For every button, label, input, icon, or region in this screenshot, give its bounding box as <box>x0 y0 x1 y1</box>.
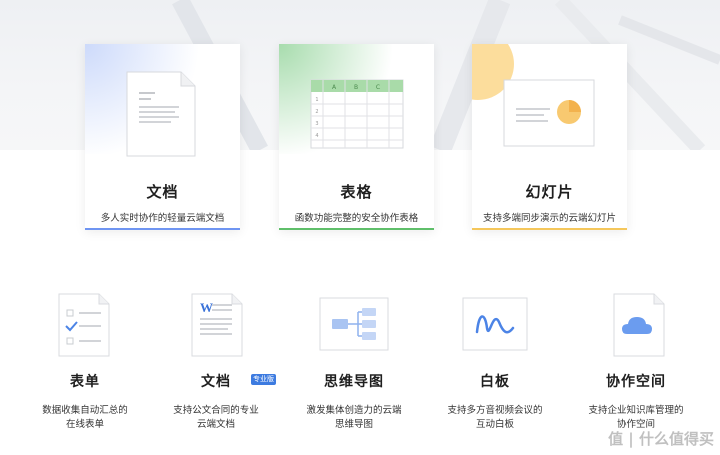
feature-desc-line: 云端文档 <box>196 419 235 430</box>
mindmap-icon <box>319 297 389 351</box>
product-desc: 多人实时协作的轻量云端文档 <box>100 213 225 224</box>
cloud-space-icon <box>613 293 665 357</box>
feature-desc-line: 激发集体创造力的云端 <box>306 405 402 416</box>
feature-title: 协作空间 <box>606 374 666 390</box>
feature-desc: 激发集体创造力的云端 思维导图 <box>288 404 420 432</box>
feature-mindmap[interactable]: 思维导图 激发集体创造力的云端 思维导图 <box>288 292 420 442</box>
accent-bar <box>85 228 240 230</box>
product-title: 幻灯片 <box>525 183 574 201</box>
column-label: B <box>354 84 358 91</box>
feature-desc-line: 在线表单 <box>65 419 104 430</box>
feature-desc-line: 互动白板 <box>475 419 514 430</box>
feature-desc-line: 数据收集自动汇总的 <box>42 405 128 416</box>
word-letter: W <box>200 300 213 315</box>
feature-title: 表单 <box>70 374 100 390</box>
product-card-slides[interactable]: 幻灯片 支持多端同步演示的云端幻灯片 <box>472 44 627 230</box>
product-desc: 函数功能完整的安全协作表格 <box>294 213 419 224</box>
feature-desc: 支持多方音视频会议的 互动白板 <box>429 404 561 432</box>
product-title: 文档 <box>146 183 179 201</box>
product-card-sheets[interactable]: A B C 1 2 3 4 表格 函数功能完整的安全协作表格 <box>279 44 434 230</box>
row-label: 1 <box>315 97 318 103</box>
feature-desc: 数据收集自动汇总的 在线表单 <box>19 404 151 432</box>
feature-title: 思维导图 <box>324 374 384 390</box>
column-label: C <box>376 84 380 91</box>
accent-bar <box>472 228 627 230</box>
row-label: 4 <box>315 133 318 139</box>
feature-desc: 支持公文合同的专业 云端文档 <box>150 404 282 432</box>
feature-form[interactable]: 表单 数据收集自动汇总的 在线表单 <box>19 292 151 442</box>
feature-title: 白板 <box>480 374 510 390</box>
feature-whiteboard[interactable]: 白板 支持多方音视频会议的 互动白板 <box>429 292 561 442</box>
product-card-docs[interactable]: 文档 多人实时协作的轻量云端文档 <box>85 44 240 230</box>
form-icon <box>58 293 110 357</box>
feature-desc-line: 支持多方音视频会议的 <box>447 405 543 416</box>
feature-desc-line: 支持公文合同的专业 <box>173 405 259 416</box>
word-doc-icon: W <box>191 293 243 357</box>
pro-badge: 专业版 <box>251 374 276 385</box>
row-label: 2 <box>315 109 318 115</box>
feature-collab-space[interactable]: 协作空间 支持企业知识库管理的 协作空间 <box>570 292 702 442</box>
feature-desc-line: 支持企业知识库管理的 <box>588 405 684 416</box>
accent-bar <box>279 228 434 230</box>
whiteboard-icon <box>462 297 528 351</box>
product-title: 表格 <box>340 183 373 201</box>
feature-desc-line: 思维导图 <box>334 419 373 430</box>
watermark: 值 | 什么值得买 <box>608 430 714 448</box>
feature-pro-doc[interactable]: W 文档 专业版 支持公文合同的专业 云端文档 <box>150 292 282 442</box>
product-desc: 支持多端同步演示的云端幻灯片 <box>482 213 616 224</box>
row-label: 3 <box>315 121 318 127</box>
